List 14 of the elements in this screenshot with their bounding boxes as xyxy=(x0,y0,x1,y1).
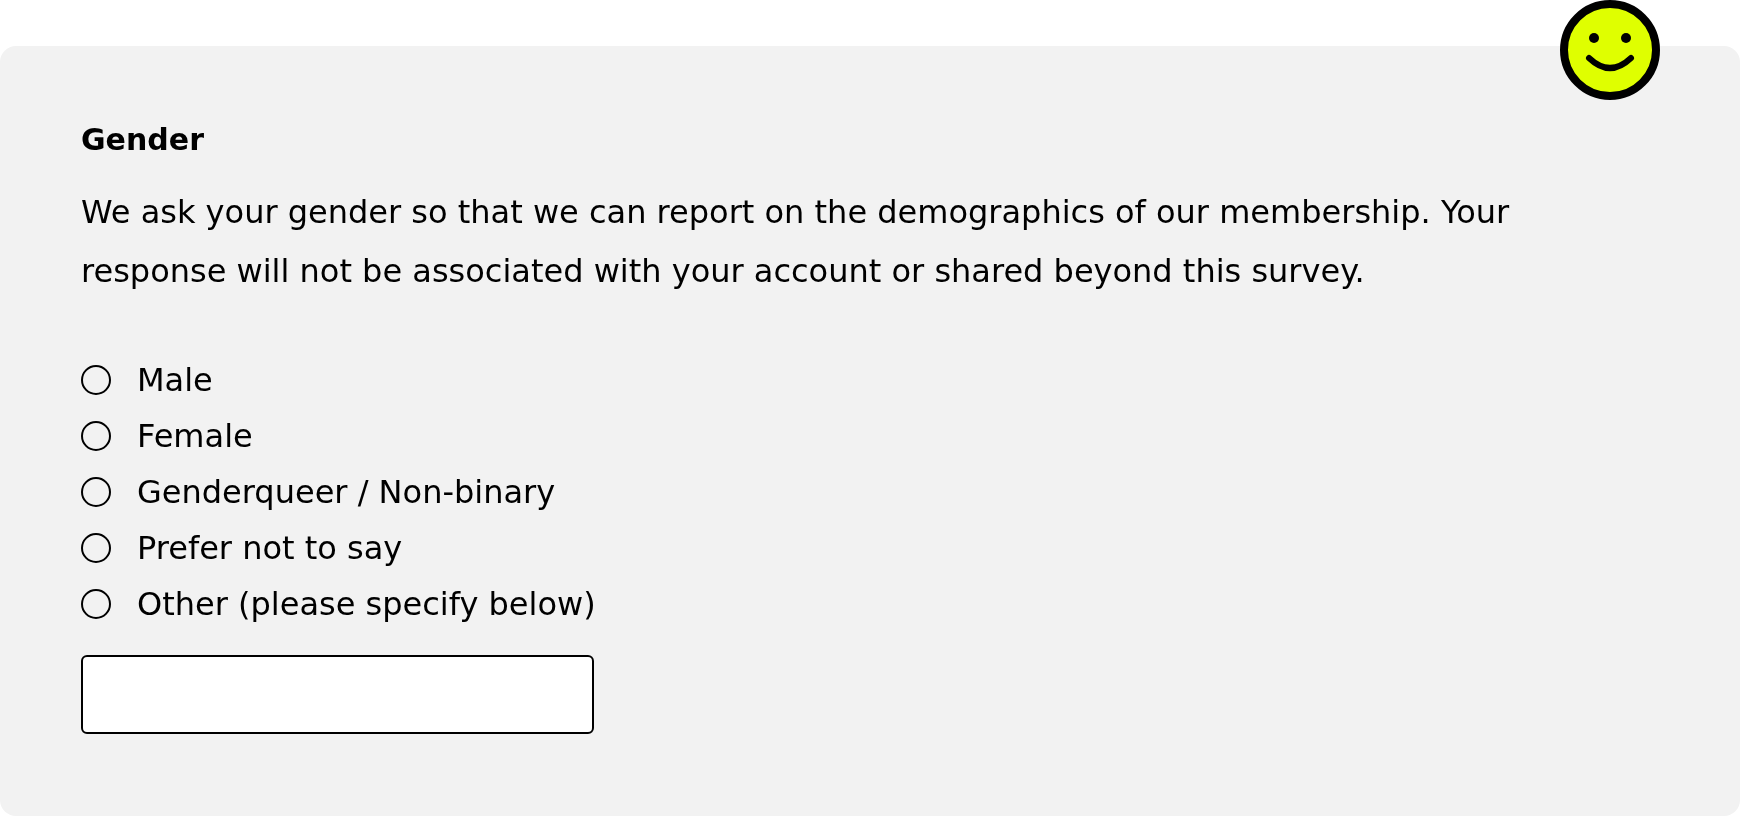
other-input-field[interactable] xyxy=(81,655,594,734)
radio-button[interactable] xyxy=(81,421,111,451)
question-title: Gender xyxy=(81,121,204,159)
radio-option[interactable]: Genderqueer / Non-binary xyxy=(81,464,596,520)
smiley-face-icon xyxy=(1560,0,1660,100)
radio-button[interactable] xyxy=(81,365,111,395)
radio-option[interactable]: Other (please specify below) xyxy=(81,576,596,632)
radio-option[interactable]: Prefer not to say xyxy=(81,520,596,576)
radio-button[interactable] xyxy=(81,477,111,507)
radio-option[interactable]: Male xyxy=(81,352,596,408)
radio-option[interactable]: Female xyxy=(81,408,596,464)
radio-button[interactable] xyxy=(81,533,111,563)
radio-button[interactable] xyxy=(81,589,111,619)
question-description: We ask your gender so that we can report on the demographics of our membership. Your response will not be associated with your account or shared beyond this survey. xyxy=(81,192,1511,292)
